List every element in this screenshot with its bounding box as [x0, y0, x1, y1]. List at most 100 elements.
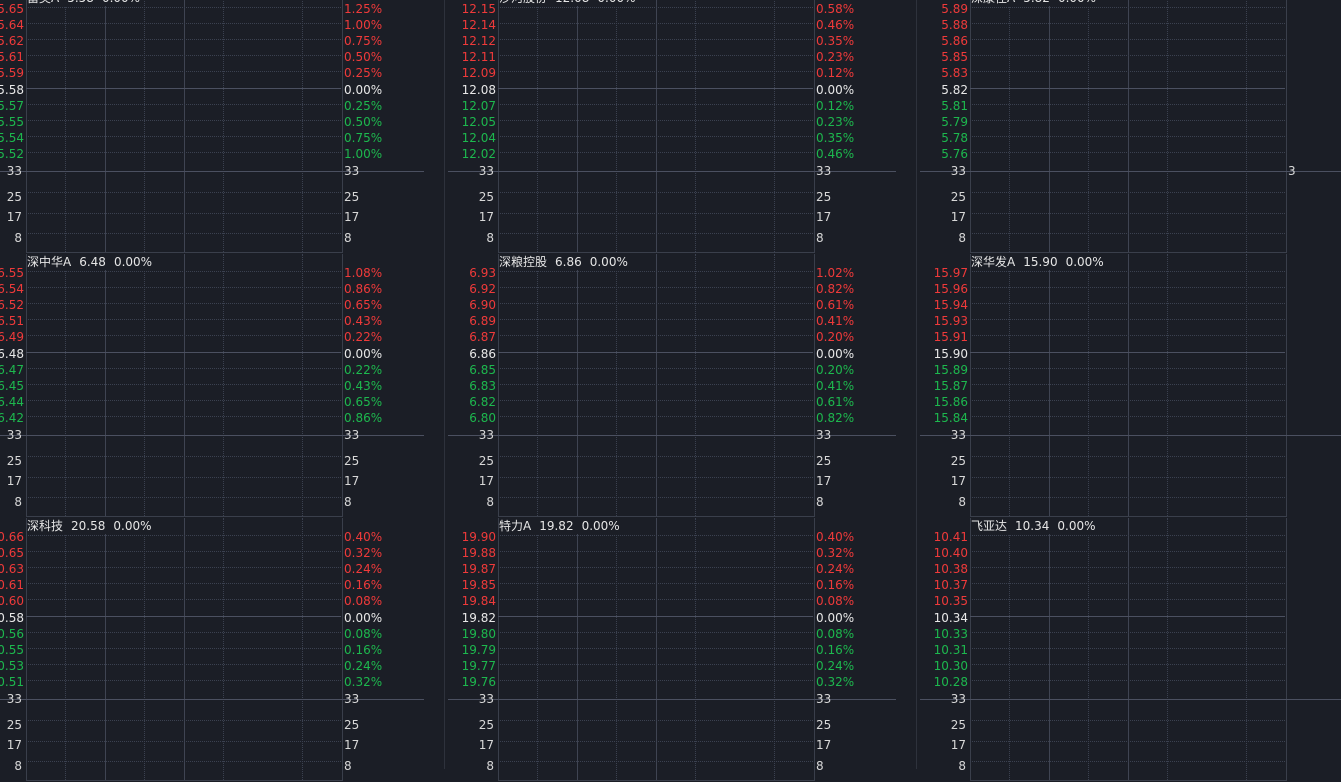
price-axis-label: 19.79	[461, 642, 496, 657]
intraday-chart-area[interactable]	[26, 0, 343, 253]
intraday-chart-area[interactable]	[26, 518, 343, 781]
price-grid-line	[498, 663, 813, 665]
volume-axis-label: 25	[950, 189, 966, 204]
volume-axis-label: 17	[344, 474, 360, 488]
price-axis-label: 5.58	[0, 82, 24, 97]
intraday-chart-area[interactable]	[970, 518, 1287, 781]
stock-name[interactable]: 飞亚达	[971, 519, 1007, 533]
stock-name[interactable]: 富奥A	[27, 0, 59, 5]
percent-axis-label: 0.00%	[344, 610, 383, 625]
stock-last-price: 6.48	[79, 255, 106, 269]
price-grid-line	[498, 351, 813, 353]
stock-panel[interactable]: 深中华A 6.48 0.00% 6.55 1.08% 6.54 0.86% 6.52 0.65%…	[0, 254, 424, 518]
price-axis-label: 6.80	[469, 410, 496, 425]
intraday-chart-area[interactable]	[970, 254, 1287, 517]
stock-title[interactable]: 沙河股份 12.08 0.00%	[499, 0, 640, 6]
price-grid-line	[970, 631, 1285, 633]
volume-grid-line	[970, 740, 1285, 742]
price-axis-label: 6.45	[0, 378, 24, 393]
stock-panel[interactable]: 特力A 19.82 0.00% 19.90 0.40% 19.88 0.32% 19.87 0.…	[448, 518, 896, 782]
vertical-grid-line	[694, 0, 696, 252]
percent-axis-label: 0.86%	[344, 410, 383, 425]
price-grid-line	[970, 679, 1285, 681]
stock-panel[interactable]: 深华发A 15.90 0.00% 15.97 15.96 15.94 15.93 15.91 1…	[920, 254, 1341, 518]
volume-axis-label: 8	[958, 494, 966, 509]
stock-name[interactable]: 深中华A	[27, 255, 71, 269]
stock-panel[interactable]: 深粮控股 6.86 0.00% 6.93 1.02% 6.92 0.82% 6.90 0.61%…	[448, 254, 896, 518]
price-axis-label: 15.96	[933, 282, 968, 297]
price-axis-label: 5.82	[941, 82, 968, 97]
percent-axis-label: 0.32%	[344, 546, 383, 561]
price-grid-line	[26, 679, 341, 681]
percent-axis-label: 0.16%	[816, 642, 855, 657]
price-grid-line	[970, 71, 1285, 73]
volume-grid-line	[970, 456, 1285, 458]
stock-panel[interactable]: 富奥A 5.58 0.00% 5.65 1.25% 5.64 1.00% 5.62 0.75% 5…	[0, 0, 424, 254]
volume-axis-label: 25	[478, 189, 494, 204]
price-grid-line	[498, 23, 813, 25]
price-grid-line	[498, 119, 813, 121]
volume-axis-label: 33	[478, 428, 494, 442]
intraday-chart-area[interactable]	[498, 254, 815, 517]
price-grid-line	[970, 103, 1285, 105]
price-axis-label: 5.57	[0, 98, 24, 113]
volume-axis-label: 17	[344, 738, 360, 752]
stock-title[interactable]: 富奥A 5.58 0.00%	[27, 0, 145, 6]
price-axis-label: 5.79	[941, 114, 968, 129]
price-grid-line	[498, 103, 813, 105]
stock-panel[interactable]: 沙河股份 12.08 0.00% 12.15 0.58% 12.14 0.46% 12.12 0…	[448, 0, 896, 254]
stock-last-price: 19.82	[539, 519, 574, 533]
percent-axis-label: 0.00%	[816, 82, 855, 97]
stock-title[interactable]: 深科技 20.58 0.00%	[27, 518, 156, 534]
percent-axis-label: 0.46%	[816, 146, 855, 161]
percent-axis-label: 0.12%	[816, 98, 855, 113]
price-grid-line	[26, 631, 341, 633]
volume-axis-label: 8	[344, 230, 352, 245]
price-axis-label: 10.31	[933, 642, 968, 657]
stock-name[interactable]: 深康佳A	[971, 0, 1015, 5]
price-grid-line	[498, 71, 813, 73]
stock-name[interactable]: 深华发A	[971, 255, 1015, 269]
intraday-chart-area[interactable]	[498, 518, 815, 781]
volume-axis-label: 17	[6, 474, 22, 488]
stock-title[interactable]: 特力A 19.82 0.00%	[499, 518, 624, 534]
price-axis-label: 6.55	[0, 266, 24, 280]
stock-title[interactable]: 深粮控股 6.86 0.00%	[499, 254, 632, 270]
price-grid-line	[970, 39, 1285, 41]
stock-name[interactable]: 沙河股份	[499, 0, 547, 5]
intraday-chart-area[interactable]	[498, 0, 815, 253]
stock-name[interactable]: 深粮控股	[499, 255, 547, 269]
stock-panel[interactable]: 深科技 20.58 0.00% 20.66 0.40% 20.65 0.32% 20.63 0.…	[0, 518, 424, 782]
percent-axis-label: 0.82%	[816, 410, 855, 425]
price-grid-line	[498, 135, 813, 137]
vertical-grid-line	[144, 0, 146, 252]
intraday-chart-area[interactable]	[26, 254, 343, 517]
percent-axis-label: 0.65%	[344, 394, 383, 409]
percent-axis-label: 0.35%	[816, 34, 855, 49]
volume-axis-label: 25	[950, 453, 966, 468]
price-axis-label: 19.90	[461, 530, 496, 544]
stock-title[interactable]: 深华发A 15.90 0.00%	[971, 254, 1108, 270]
percent-axis-label: 0.22%	[344, 330, 383, 345]
price-axis-label: 10.28	[933, 674, 968, 689]
price-axis-label: 15.87	[933, 378, 968, 393]
price-axis-label: 20.56	[0, 626, 24, 641]
price-axis-label: 19.76	[461, 674, 496, 689]
stock-title[interactable]: 深中华A 6.48 0.00%	[27, 254, 157, 270]
price-grid-line	[498, 7, 813, 8]
stock-title[interactable]: 深康佳A 5.82 0.00%	[971, 0, 1101, 6]
volume-grid-line	[498, 476, 813, 478]
intraday-chart-area[interactable]	[970, 0, 1287, 253]
price-axis-label: 20.58	[0, 610, 24, 625]
price-axis-label: 12.11	[461, 50, 496, 65]
stock-panel[interactable]: 深康佳A5.820.00%5.895.885.865.855.835.825.8…	[920, 0, 1341, 254]
price-axis-label: 6.89	[469, 314, 496, 329]
percent-axis-label: 0.00%	[816, 610, 855, 625]
price-grid-line	[970, 535, 1285, 536]
stock-title[interactable]: 飞亚达 10.34 0.00%	[971, 518, 1100, 534]
stock-name[interactable]: 特力A	[499, 519, 531, 533]
stock-name[interactable]: 深科技	[27, 519, 63, 533]
volume-grid-line	[26, 456, 341, 458]
stock-panel[interactable]: 飞亚达 10.34 0.00% 10.41 10.40 10.38 10.37 10.35 10…	[920, 518, 1341, 782]
volume-axis-label: 33	[816, 692, 832, 706]
